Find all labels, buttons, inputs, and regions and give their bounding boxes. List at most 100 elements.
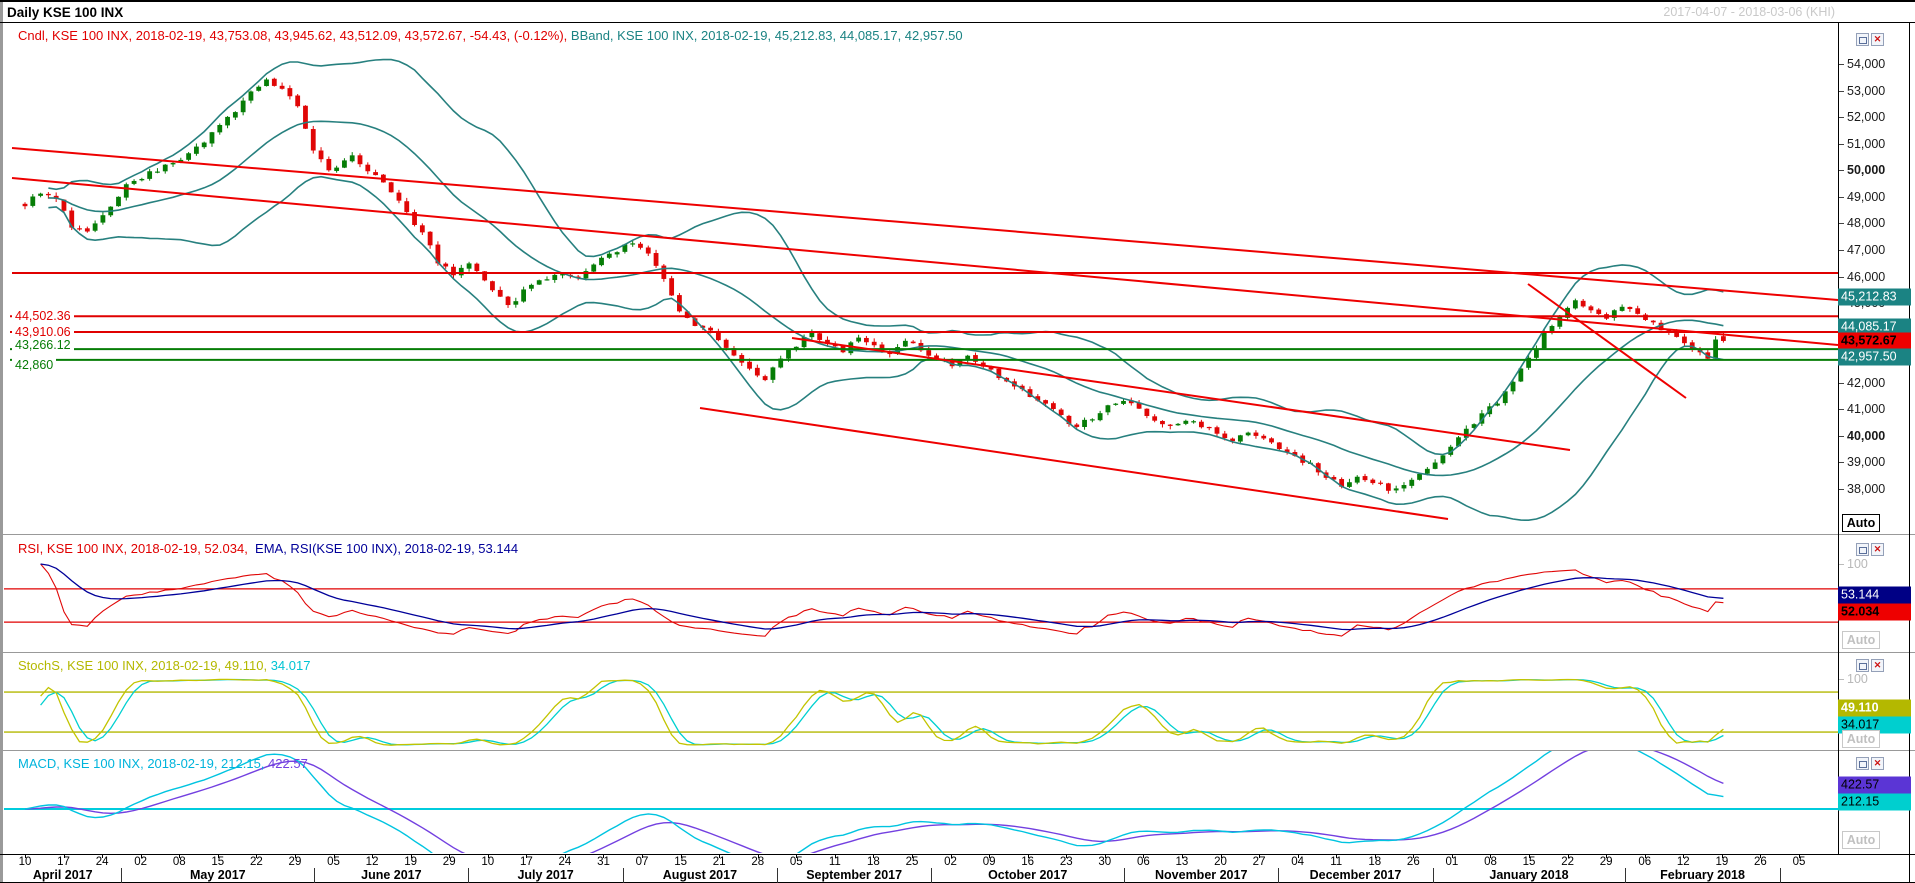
x-axis-month-label: July 2017	[517, 868, 574, 882]
x-axis-month-label	[1780, 868, 1838, 883]
price-level-label: 43,266.12	[12, 338, 74, 353]
price-axis-tick: 54,000	[1847, 57, 1886, 71]
x-axis-month-label: December 2017	[1309, 868, 1402, 882]
x-axis-day-tick: 05	[1792, 856, 1806, 868]
price-legend: Cndl, KSE 100 INX, 2018-02-19, 43,753.08…	[18, 28, 963, 43]
rsi-legend: RSI, KSE 100 INX, 2018-02-19, 52.034, EM…	[18, 541, 518, 556]
x-axis-day-tick: 29	[442, 856, 456, 868]
price-axis-tickmark	[1839, 196, 1844, 198]
x-axis-day-tick: 17	[519, 856, 533, 868]
rsi-axis-tick: 100	[1847, 557, 1868, 571]
x-axis-month-label: August 2017	[662, 868, 738, 882]
x-axis-day-tick: 18	[1368, 856, 1382, 868]
minimize-icon[interactable]	[1856, 659, 1869, 672]
price-axis-tickmark	[1839, 249, 1844, 251]
charting-app-window: Daily KSE 100 INX 2017-04-07 - 2018-03-0…	[0, 0, 1915, 883]
price-axis-tickmark	[1839, 117, 1844, 119]
x-axis-day-tick: 19	[1715, 856, 1729, 868]
stoch-axis-badge: 49.110	[1838, 699, 1911, 717]
auto-scale-button-stoch[interactable]: Auto	[1842, 730, 1880, 748]
macd-axis-badge: 422.57	[1838, 776, 1911, 794]
x-axis-month-label: June 2017	[361, 868, 422, 882]
price-axis-tick: 53,000	[1847, 83, 1886, 98]
x-axis-day-tick: 22	[249, 856, 263, 868]
x-axis-month-label: September 2017	[806, 868, 903, 882]
close-icon[interactable]: ✕	[1871, 757, 1884, 770]
minimize-icon[interactable]	[1856, 33, 1869, 46]
price-axis-tick: 49,000	[1847, 189, 1886, 204]
price-axis-tick: 48,000	[1847, 216, 1886, 231]
x-axis-day-tick: 19	[404, 856, 418, 868]
x-axis-day-tick: 08	[172, 856, 186, 868]
macd-legend: MACD, KSE 100 INX, 2018-02-19, 212.15, 4…	[18, 756, 308, 771]
minimize-icon[interactable]	[1856, 757, 1869, 770]
price-axis-tick: 52,000	[1847, 110, 1886, 125]
x-axis-day-tick: 11	[1330, 856, 1343, 868]
x-axis-day-tick: 27	[1252, 856, 1266, 868]
stoch-legend: StochS, KSE 100 INX, 2018-02-19, 49.110,…	[18, 658, 310, 673]
x-axis-day-tick: 12	[1676, 856, 1690, 868]
price-axis-tick: 41,000	[1847, 402, 1886, 417]
price-axis-tickmark	[1839, 276, 1844, 278]
x-axis-day-tick: 05	[327, 856, 340, 868]
x-axis-month-label: January 2018	[1489, 868, 1569, 882]
auto-scale-button-price[interactable]: Auto	[1842, 514, 1880, 532]
panel-window-controls: ✕	[1856, 757, 1884, 770]
x-axis-month-label: May 2017	[190, 868, 246, 882]
chart-canvas	[4, 58, 1838, 853]
x-axis-day-tick: 02	[944, 856, 957, 868]
close-icon[interactable]: ✕	[1871, 659, 1884, 672]
price-axis-tickmark	[1839, 435, 1844, 437]
candle-legend-text: Cndl, KSE 100 INX, 2018-02-19, 43,753.08…	[18, 28, 568, 43]
price-level-label: 42,860	[12, 357, 57, 372]
x-axis-day-tick: 23	[1059, 856, 1073, 868]
x-axis-month-label: October 2017	[988, 868, 1068, 882]
x-axis-day-tick: 07	[635, 856, 649, 868]
x-axis-month-label: February 2018	[1660, 868, 1745, 882]
minimize-icon[interactable]	[1856, 543, 1869, 556]
x-axis-day-tick: 18	[867, 856, 880, 868]
x-axis-day-tick: 20	[1214, 856, 1227, 868]
bband-legend-text: BBand, KSE 100 INX, 2018-02-19, 45,212.8…	[567, 28, 963, 43]
x-axis-day-tick: 28	[751, 856, 765, 868]
macd-legend-text: MACD, KSE 100 INX, 2018-02-19, 212.15,	[18, 756, 265, 771]
x-axis-day-tick: 12	[365, 856, 379, 868]
x-axis-day-tick: 10	[481, 856, 495, 868]
price-axis-tick: 50,000	[1847, 163, 1886, 178]
auto-scale-button-macd[interactable]: Auto	[1842, 831, 1880, 849]
x-axis-day-tick: 15	[1522, 856, 1536, 868]
price-axis-tickmark	[1839, 409, 1844, 411]
stoch-axis-tickmark	[1839, 679, 1844, 680]
x-axis-day-tick: 15	[211, 856, 225, 868]
x-axis-month-label: November 2017	[1155, 868, 1248, 882]
x-axis-day-tick: 09	[982, 856, 996, 868]
macd-signal-legend-text: 422.57	[264, 756, 308, 771]
auto-scale-button-rsi[interactable]: Auto	[1842, 631, 1880, 649]
x-axis-day-tick: 29	[288, 856, 302, 868]
x-axis-day-tick: 10	[18, 856, 32, 868]
price-level-label: 43,910.06	[12, 325, 74, 339]
panel-window-controls: ✕	[1856, 543, 1884, 556]
x-axis-day-tick: 26	[1406, 856, 1420, 868]
x-axis-day-tick: 11	[828, 856, 841, 868]
x-axis-day-tick: 22	[1561, 856, 1574, 868]
rsi-axis-badge: 52.034	[1838, 603, 1911, 621]
price-axis-badge: 43,572.67	[1838, 332, 1911, 350]
price-axis-tickmark	[1839, 382, 1844, 384]
x-axis-day-tick: 05	[789, 856, 803, 868]
close-icon[interactable]: ✕	[1871, 33, 1884, 46]
price-axis-badge: 42,957.50	[1838, 348, 1911, 366]
close-icon[interactable]: ✕	[1871, 543, 1884, 556]
stoch-k-legend-text: StochS, KSE 100 INX, 2018-02-19, 49.110,	[18, 658, 268, 673]
x-axis-day-tick: 02	[134, 856, 148, 868]
x-axis-day-tick: 04	[1291, 856, 1305, 868]
price-axis-tick: 40,000	[1847, 428, 1886, 443]
rsi-ema-legend-text: EMA, RSI(KSE 100 INX), 2018-02-19, 53.14…	[247, 541, 519, 556]
rsi-axis-badge: 53.144	[1838, 586, 1911, 604]
macd-axis-badge: 212.15	[1838, 793, 1911, 811]
price-axis-tick: 38,000	[1847, 482, 1886, 496]
x-axis-day-tick: 25	[905, 856, 919, 868]
x-axis-day-tick: 26	[1754, 856, 1767, 868]
price-axis-tickmark	[1839, 170, 1844, 172]
price-axis-tickmark	[1839, 489, 1844, 490]
